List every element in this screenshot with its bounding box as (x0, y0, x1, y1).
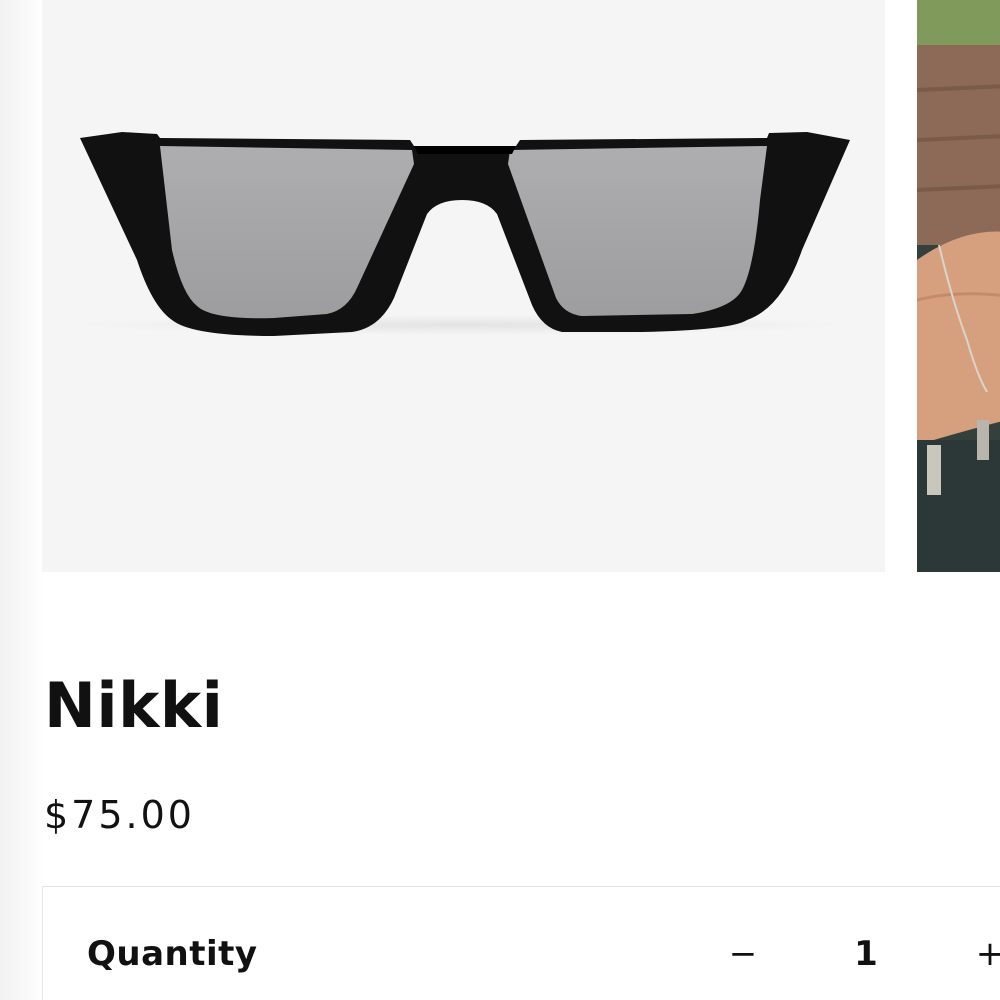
model-photo-image (917, 0, 1000, 572)
product-title: Nikki (44, 669, 224, 742)
increase-quantity-button[interactable]: + (965, 930, 1000, 978)
sunglasses-image (77, 132, 850, 336)
quantity-label: Quantity (87, 934, 258, 974)
product-image-gallery[interactable] (0, 0, 1000, 572)
gallery-slide-next[interactable] (917, 0, 1000, 572)
product-price: $75.00 (44, 793, 195, 837)
quantity-input[interactable] (840, 930, 892, 978)
product-page: Nikki $75.00 Quantity − + (0, 0, 1000, 1000)
gallery-slide-main[interactable] (42, 0, 885, 572)
decrease-quantity-button[interactable]: − (718, 930, 768, 978)
